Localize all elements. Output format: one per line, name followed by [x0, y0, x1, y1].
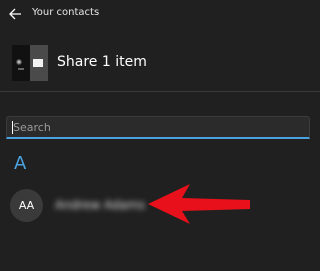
- share-title: Share 1 item: [57, 54, 147, 70]
- window-title: Your contacts: [32, 7, 100, 18]
- share-header: Share 1 item: [0, 36, 320, 90]
- divider: [0, 91, 320, 92]
- shared-item-thumbnail: [12, 45, 48, 81]
- contact-name: Andrew Adams: [55, 198, 146, 212]
- back-arrow-icon: [9, 8, 21, 20]
- back-button[interactable]: [4, 4, 26, 24]
- avatar: AA: [10, 189, 43, 222]
- contact-group-header: A: [14, 153, 27, 174]
- search-input[interactable]: [7, 117, 309, 137]
- text-caret: [12, 121, 13, 134]
- title-bar: Your contacts: [0, 0, 320, 30]
- annotation-arrow-icon: [148, 184, 250, 224]
- search-box[interactable]: [6, 116, 310, 139]
- share-contacts-window: Your contacts Share 1 item A AA Andrew A…: [0, 0, 320, 271]
